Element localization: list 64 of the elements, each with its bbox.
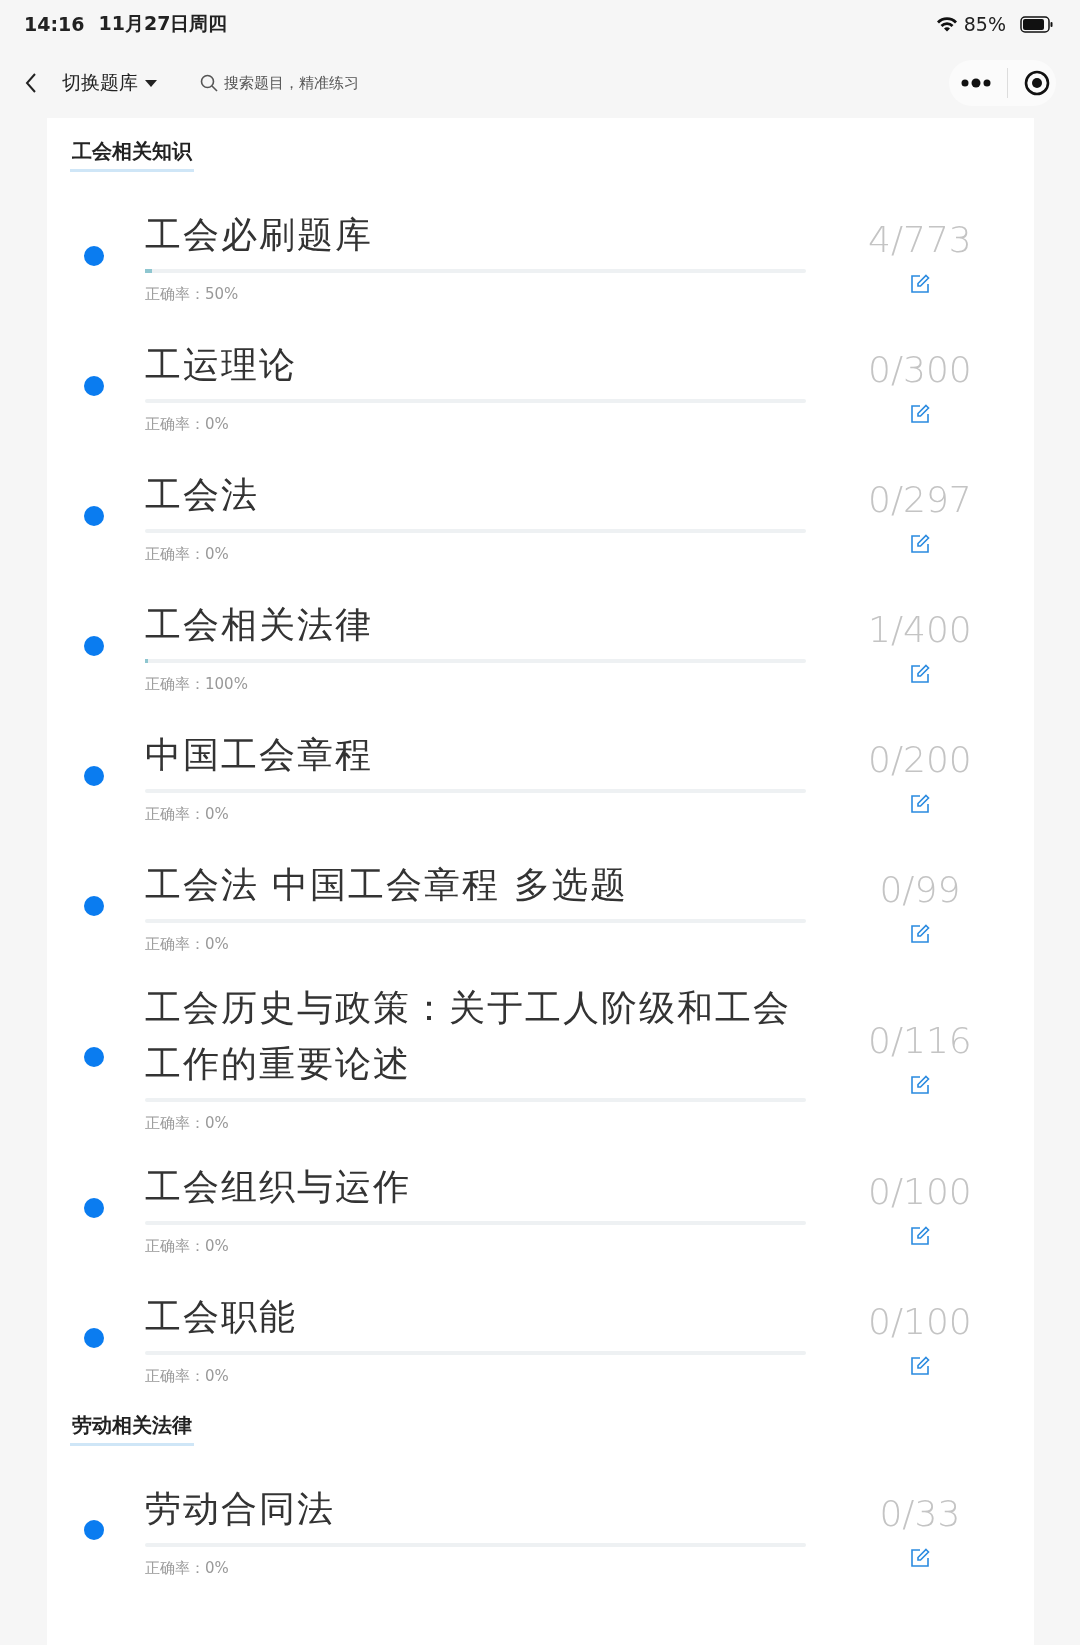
progress-count: 0/300 bbox=[868, 348, 972, 390]
bullet-dot bbox=[84, 506, 104, 526]
accuracy-text: 正确率：0% bbox=[145, 934, 230, 955]
section-heading: 劳动相关法律 bbox=[70, 1410, 194, 1446]
progress-count: 0/297 bbox=[868, 478, 972, 520]
edit-icon[interactable] bbox=[909, 1355, 930, 1376]
progress-count: 0/99 bbox=[879, 868, 961, 910]
bank-title[interactable]: 工会法 中国工会章程 多选题 bbox=[145, 857, 806, 913]
accuracy-text: 正确率：0% bbox=[145, 1558, 230, 1579]
edit-icon[interactable] bbox=[909, 793, 930, 814]
bullet-dot bbox=[84, 766, 104, 786]
target-icon[interactable] bbox=[1024, 70, 1050, 96]
progress-count: 1/400 bbox=[868, 608, 972, 650]
more-icon[interactable] bbox=[961, 78, 991, 88]
edit-icon[interactable] bbox=[909, 403, 930, 424]
bank-title[interactable]: 中国工会章程 bbox=[145, 727, 806, 783]
edit-icon[interactable] bbox=[909, 1074, 930, 1095]
bank-title[interactable]: 工会法 bbox=[145, 467, 806, 523]
accuracy-text: 正确率：0% bbox=[145, 544, 230, 565]
bullet-dot bbox=[84, 1520, 104, 1540]
bullet-dot bbox=[84, 896, 104, 916]
back-icon[interactable] bbox=[24, 71, 38, 95]
accuracy-text: 正确率：0% bbox=[145, 1113, 230, 1134]
progress-count: 0/100 bbox=[868, 1300, 972, 1342]
bullet-dot bbox=[84, 1198, 104, 1218]
edit-icon[interactable] bbox=[909, 1547, 930, 1568]
bank-title[interactable]: 工会组织与运作 bbox=[145, 1159, 806, 1215]
edit-icon[interactable] bbox=[909, 273, 930, 294]
accuracy-text: 正确率：100% bbox=[145, 674, 249, 695]
accuracy-text: 正确率：50% bbox=[145, 284, 240, 305]
bullet-dot bbox=[84, 1328, 104, 1348]
bank-title[interactable]: 工会历史与政策：关于工人阶级和工会工作的重要论述 bbox=[145, 980, 806, 1092]
edit-icon[interactable] bbox=[909, 533, 930, 554]
bullet-dot bbox=[84, 1047, 104, 1067]
battery-percent: 85% bbox=[963, 13, 1006, 35]
progress-count: 0/100 bbox=[868, 1170, 972, 1212]
search-icon bbox=[200, 74, 218, 92]
bullet-dot bbox=[84, 636, 104, 656]
bank-title[interactable]: 工会职能 bbox=[145, 1289, 806, 1345]
status-date: 11月27日周四 bbox=[98, 11, 228, 36]
bullet-dot bbox=[84, 246, 104, 266]
bank-title[interactable]: 劳动合同法 bbox=[145, 1481, 806, 1537]
status-time: 14:16 bbox=[24, 13, 85, 35]
accuracy-text: 正确率：0% bbox=[145, 804, 230, 825]
edit-icon[interactable] bbox=[909, 923, 930, 944]
switch-bank-button[interactable]: 切换题库 bbox=[62, 70, 158, 96]
wifi-icon bbox=[935, 16, 958, 32]
progress-count: 0/116 bbox=[868, 1019, 972, 1061]
section-heading: 工会相关知识 bbox=[70, 136, 194, 172]
edit-icon[interactable] bbox=[909, 1225, 930, 1246]
accuracy-text: 正确率：0% bbox=[145, 414, 230, 435]
progress-count: 4/773 bbox=[868, 218, 972, 260]
caret-icon bbox=[144, 78, 158, 88]
progress-count: 0/33 bbox=[879, 1492, 961, 1534]
progress-count: 0/200 bbox=[868, 738, 972, 780]
accuracy-text: 正确率：0% bbox=[145, 1236, 230, 1257]
edit-icon[interactable] bbox=[909, 663, 930, 684]
bank-title[interactable]: 工运理论 bbox=[145, 337, 806, 393]
bank-title[interactable]: 工会必刷题库 bbox=[145, 207, 806, 263]
battery-icon bbox=[1020, 15, 1054, 33]
search-field[interactable]: 搜索题目，精准练习 bbox=[200, 73, 446, 93]
bullet-dot bbox=[84, 376, 104, 396]
accuracy-text: 正确率：0% bbox=[145, 1366, 230, 1387]
bank-title[interactable]: 工会相关法律 bbox=[145, 597, 806, 653]
